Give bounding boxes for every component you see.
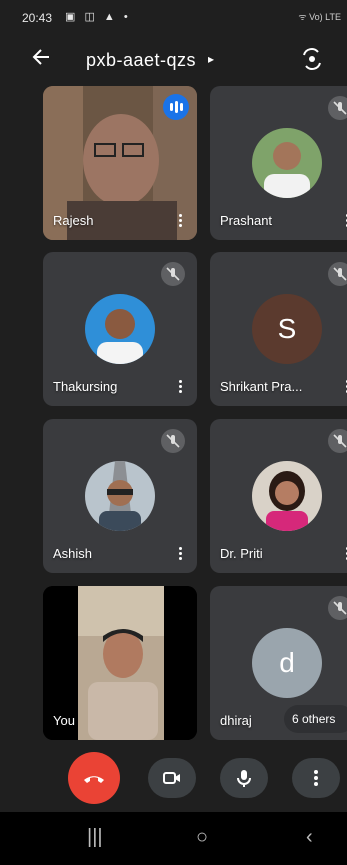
more-options-icon[interactable] (177, 212, 183, 230)
mic-off-icon (161, 429, 185, 453)
status-bar: 20:43 ▣ ◫ ▲ • ᯤ Vo) LTE (0, 0, 347, 34)
mic-off-icon (328, 596, 347, 620)
mic-off-icon (328, 262, 347, 286)
video-camera-icon (163, 772, 180, 784)
back-arrow-icon[interactable] (30, 46, 56, 72)
participant-name: Prashant (220, 213, 273, 228)
camera-toggle-button[interactable] (148, 758, 196, 798)
participant-name: Shrikant Pra... (220, 379, 303, 394)
meeting-code[interactable]: pxb-aaet-qzs (86, 50, 196, 71)
participant-tile[interactable]: Ashish (43, 419, 197, 573)
mic-off-icon (161, 262, 185, 286)
call-controls (0, 748, 347, 812)
participant-tile[interactable]: Thakursing (43, 252, 197, 406)
more-vert-icon (314, 770, 318, 786)
meeting-info-caret-icon[interactable]: ▸ (208, 52, 214, 66)
participant-name: Thakursing (53, 379, 118, 394)
participant-name: Ashish (53, 546, 93, 561)
switch-camera-icon[interactable] (300, 47, 324, 71)
notification-icons: ▣ ◫ ▲ • (65, 11, 131, 23)
others-count-button[interactable]: 6 others (284, 705, 347, 733)
status-time: 20:43 (22, 11, 53, 25)
more-options-button[interactable] (292, 758, 340, 798)
participant-avatar (252, 461, 322, 531)
more-options-icon[interactable] (177, 378, 183, 396)
more-options-icon[interactable] (177, 545, 183, 563)
end-call-button[interactable] (68, 752, 120, 804)
system-navigation-bar: ||| ○ ‹ (0, 812, 347, 865)
recents-icon[interactable]: ||| (87, 826, 103, 849)
participant-tile[interactable]: S Shrikant Pra... (210, 252, 347, 406)
phone-hangup-icon (84, 776, 104, 783)
participant-tile[interactable]: Prashant (210, 86, 347, 240)
participant-initial-avatar: S (252, 294, 322, 364)
participant-name: Dr. Priti (220, 546, 263, 561)
meeting-header: pxb-aaet-qzs ▸ (0, 34, 347, 84)
self-video-tile[interactable]: You (43, 586, 197, 740)
participant-avatar (85, 461, 155, 531)
microphone-icon (237, 770, 251, 787)
mic-off-icon (328, 96, 347, 120)
speaking-indicator-icon (163, 94, 189, 120)
home-icon[interactable]: ○ (196, 826, 208, 849)
mic-off-icon (328, 429, 347, 453)
participant-name: Rajesh (53, 213, 94, 228)
participant-avatar (85, 294, 155, 364)
participant-tile[interactable]: Dr. Priti (210, 419, 347, 573)
participant-avatar (252, 128, 322, 198)
participant-name: You (53, 713, 75, 728)
participant-tile[interactable]: Rajesh (43, 86, 197, 240)
participant-initial-avatar: d (252, 628, 322, 698)
network-indicator: ᯤ Vo) LTE (298, 12, 341, 22)
back-icon[interactable]: ‹ (306, 826, 313, 849)
microphone-toggle-button[interactable] (220, 758, 268, 798)
participant-name: dhiraj (220, 713, 252, 728)
